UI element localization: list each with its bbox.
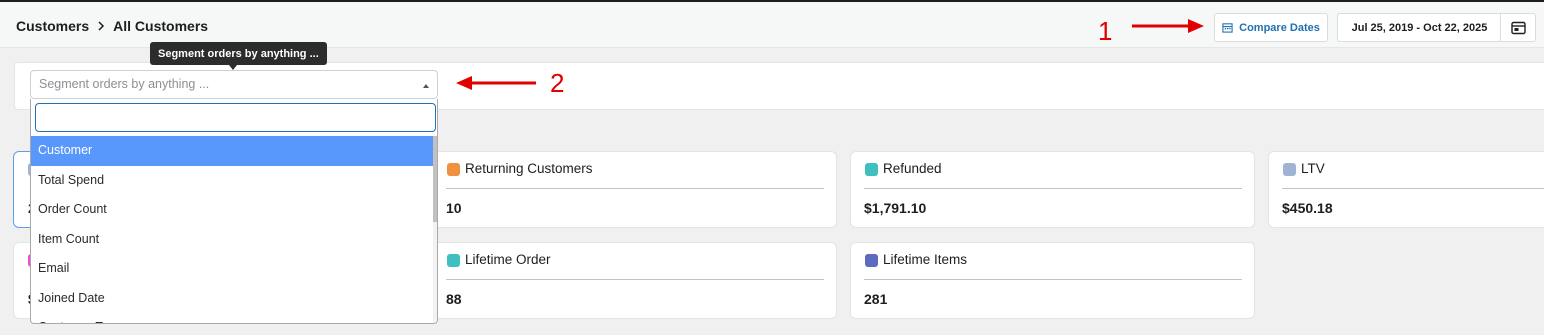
metric-swatch (447, 254, 460, 267)
scrollbar-thumb[interactable] (433, 136, 437, 222)
segment-option-email[interactable]: Email (31, 254, 433, 284)
segment-option-order-count[interactable]: Order Count (31, 195, 433, 225)
metric-label: Lifetime Items (883, 252, 968, 267)
metric-swatch (865, 254, 878, 267)
date-picker-button[interactable] (1500, 13, 1536, 42)
breadcrumb-parent[interactable]: Customers (16, 18, 89, 34)
segment-option-joined-date[interactable]: Joined Date (31, 284, 433, 314)
metric-label: Refunded (883, 161, 942, 176)
date-range-button[interactable]: Jul 25, 2019 - Oct 22, 2025 (1337, 13, 1501, 42)
metric-swatch (1283, 163, 1296, 176)
metric-value: 10 (446, 200, 462, 216)
metric-divider (864, 279, 1242, 280)
metric-divider (864, 188, 1242, 189)
metric-card-ltv: LTV $450.18 (1268, 151, 1544, 228)
metric-label: Lifetime Order (465, 252, 551, 267)
metric-divider (1282, 188, 1544, 189)
breadcrumb-current: All Customers (113, 18, 209, 34)
metric-value: 88 (446, 291, 462, 307)
metric-value: $450.18 (1282, 200, 1333, 216)
metric-value: $1,791.10 (864, 200, 927, 216)
compare-dates-button[interactable]: Compare Dates (1214, 13, 1328, 42)
tooltip-arrow (229, 65, 237, 70)
metric-card-returning-customers: Returning Customers 10 (432, 151, 837, 228)
compare-dates-label: Compare Dates (1239, 21, 1320, 34)
segment-dropdown: Customer Total Spend Order Count Item Co… (30, 99, 438, 324)
breadcrumb: Customers All Customers (16, 18, 208, 34)
metric-label: Returning Customers (465, 161, 593, 176)
metric-card-refunded: Refunded $1,791.10 (850, 151, 1255, 228)
metric-swatch (447, 163, 460, 176)
segment-option-total-spend[interactable]: Total Spend (31, 166, 433, 196)
segment-select[interactable]: Segment orders by anything ... (30, 70, 438, 99)
annotation-arrow-left-icon (456, 76, 536, 90)
chevron-right-icon (98, 21, 105, 31)
caret-up-icon (423, 84, 429, 88)
metric-card-lifetime-order: Lifetime Order 88 (432, 242, 837, 319)
segment-options-list: Customer Total Spend Order Count Item Co… (31, 136, 433, 323)
annotation-arrow-right-icon (1132, 19, 1204, 33)
metric-value: 281 (864, 291, 888, 307)
segment-search-input[interactable] (35, 103, 436, 132)
segment-select-placeholder: Segment orders by anything ... (39, 77, 210, 91)
segment-option-customer[interactable]: Customer (31, 136, 433, 166)
segment-option-customer-type[interactable]: Customer Type (31, 313, 433, 323)
calendar-icon (1510, 21, 1526, 34)
annotation-number-1: 1 (1098, 16, 1113, 46)
calendar-icon (1222, 23, 1233, 33)
metric-divider (446, 188, 824, 189)
date-range-label: Jul 25, 2019 - Oct 22, 2025 (1351, 21, 1488, 34)
metric-swatch (865, 163, 878, 176)
metric-divider (446, 279, 824, 280)
segment-option-item-count[interactable]: Item Count (31, 225, 433, 255)
metric-label: LTV (1301, 161, 1325, 176)
dropdown-scrollbar[interactable] (433, 136, 437, 323)
metric-card-lifetime-items: Lifetime Items 281 (850, 242, 1255, 319)
annotation-number-2: 2 (550, 68, 565, 98)
segment-tooltip: Segment orders by anything ... (150, 42, 327, 65)
